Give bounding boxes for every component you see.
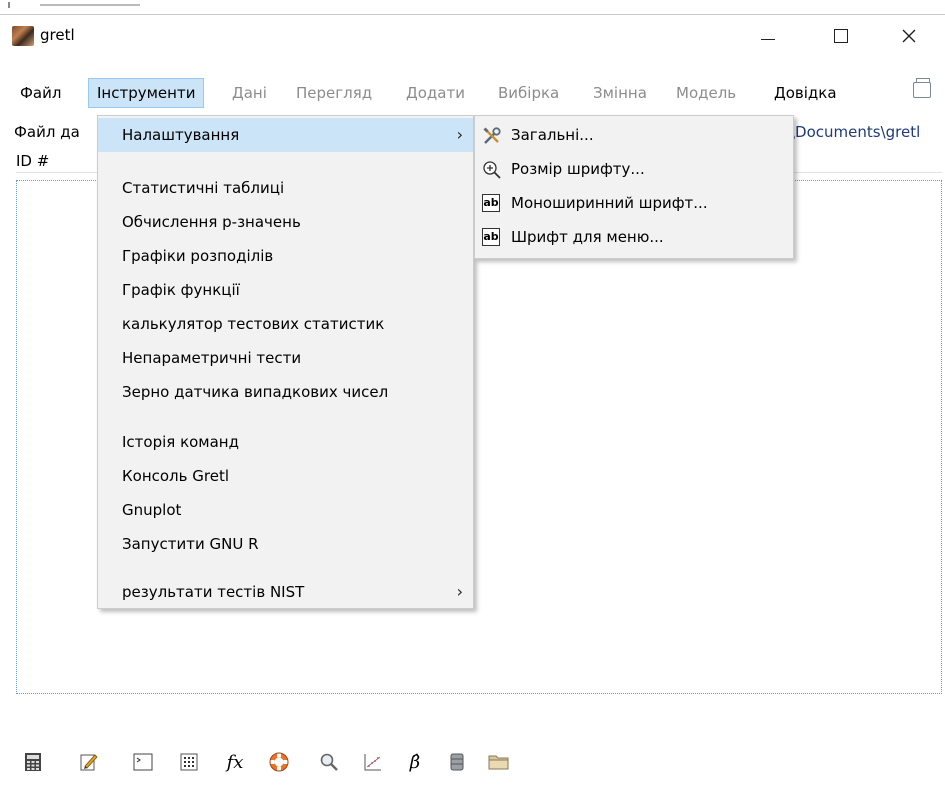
menu-item-command-log[interactable]: Історія команд (98, 425, 473, 459)
menu-item-plot-curve[interactable]: Графік функції (98, 273, 473, 307)
function-icon[interactable]: fx (220, 751, 250, 773)
submenu-item-label: Розмір шрифту... (511, 160, 645, 178)
menu-item-statistical-tables[interactable]: Статистичні таблиці (98, 171, 473, 205)
menu-model[interactable]: Модель (668, 78, 744, 108)
submenu-item-menu-font[interactable]: ab Шрифт для меню... (475, 220, 793, 254)
maximize-button[interactable] (818, 19, 864, 53)
submenu-item-monospace-font[interactable]: ab Моноширинний шрифт... (475, 186, 793, 220)
search-icon[interactable] (318, 751, 340, 773)
window-list-icon[interactable] (913, 78, 931, 98)
beta-icon[interactable]: β̂ (404, 751, 426, 773)
tools-icon (483, 127, 501, 144)
plot-icon[interactable] (362, 751, 384, 773)
close-button[interactable] (886, 19, 932, 53)
menu-bar: Файл Інструменти Дані Перегляд Додати Ви… (0, 72, 945, 112)
gretl-app-icon (12, 26, 34, 46)
menu-tools[interactable]: Інструменти (88, 78, 205, 108)
menu-item-preferences[interactable]: Налаштування › (98, 118, 473, 152)
menu-item-p-value-finder[interactable]: Обчислення p-значень (98, 205, 473, 239)
help-icon[interactable] (268, 751, 290, 773)
menu-file[interactable]: Файл (12, 78, 69, 108)
window-title: gretl (40, 26, 75, 44)
close-icon (902, 29, 916, 43)
menu-item-seed-rng[interactable]: Зерно датчика випадкових чисел (98, 375, 473, 409)
submenu-item-label: Шрифт для меню... (511, 228, 664, 246)
edit-script-icon[interactable] (78, 751, 100, 773)
background-window-strip (0, 0, 945, 14)
minimize-icon (761, 38, 775, 40)
id-column-header[interactable]: ID # (16, 152, 49, 170)
font-icon: ab (482, 228, 500, 246)
submenu-item-label: Моноширинний шрифт... (511, 194, 708, 212)
menu-item-start-gnu-r[interactable]: Запустити GNU R (98, 527, 473, 561)
menu-item-gnuplot[interactable]: Gnuplot (98, 493, 473, 527)
working-dir-path: \Documents\gretl (790, 123, 921, 141)
console-icon[interactable] (132, 751, 154, 773)
preferences-submenu: Загальні... Розмір шрифту... ab Моношири… (474, 115, 794, 259)
menu-help[interactable]: Довідка (766, 78, 845, 108)
minimize-button[interactable] (745, 19, 791, 53)
font-icon: ab (482, 194, 500, 212)
calculator-icon[interactable] (22, 751, 44, 773)
menu-view[interactable]: Перегляд (288, 78, 380, 108)
datafile-label: Файл да (14, 123, 80, 141)
menu-item-test-statistic-calculator[interactable]: калькулятор тестових статистик (98, 307, 473, 341)
menu-item-nist-tests[interactable]: результати тестів NIST › (98, 575, 473, 609)
title-bar: gretl (0, 15, 945, 57)
maximize-icon (834, 29, 848, 43)
folder-icon[interactable] (488, 751, 510, 773)
menu-item-distribution-graphs[interactable]: Графіки розподілів (98, 239, 473, 273)
zoom-in-icon (483, 161, 501, 179)
database-icon[interactable] (446, 751, 468, 773)
menu-item-nonparametric-tests[interactable]: Непараметричні тести (98, 341, 473, 375)
menu-item-label: результати тестів NIST (122, 583, 305, 601)
submenu-item-font-size[interactable]: Розмір шрифту... (475, 152, 793, 186)
tools-menu-dropdown: Налаштування › Статистичні таблиці Обчис… (97, 115, 474, 609)
menu-item-label: Налаштування (122, 126, 240, 144)
matrix-icon[interactable] (178, 751, 200, 773)
submenu-item-label: Загальні... (511, 126, 594, 144)
menu-add[interactable]: Додати (398, 78, 473, 108)
bottom-toolbar: fx β̂ (0, 745, 945, 779)
menu-item-gretl-console[interactable]: Консоль Gretl (98, 459, 473, 493)
submenu-arrow-icon: › (456, 125, 463, 144)
menu-data[interactable]: Дані (224, 78, 275, 108)
menu-sample[interactable]: Вибірка (490, 78, 567, 108)
menu-variable[interactable]: Змінна (585, 78, 655, 108)
submenu-arrow-icon: › (456, 582, 463, 601)
submenu-item-general[interactable]: Загальні... (475, 118, 793, 152)
